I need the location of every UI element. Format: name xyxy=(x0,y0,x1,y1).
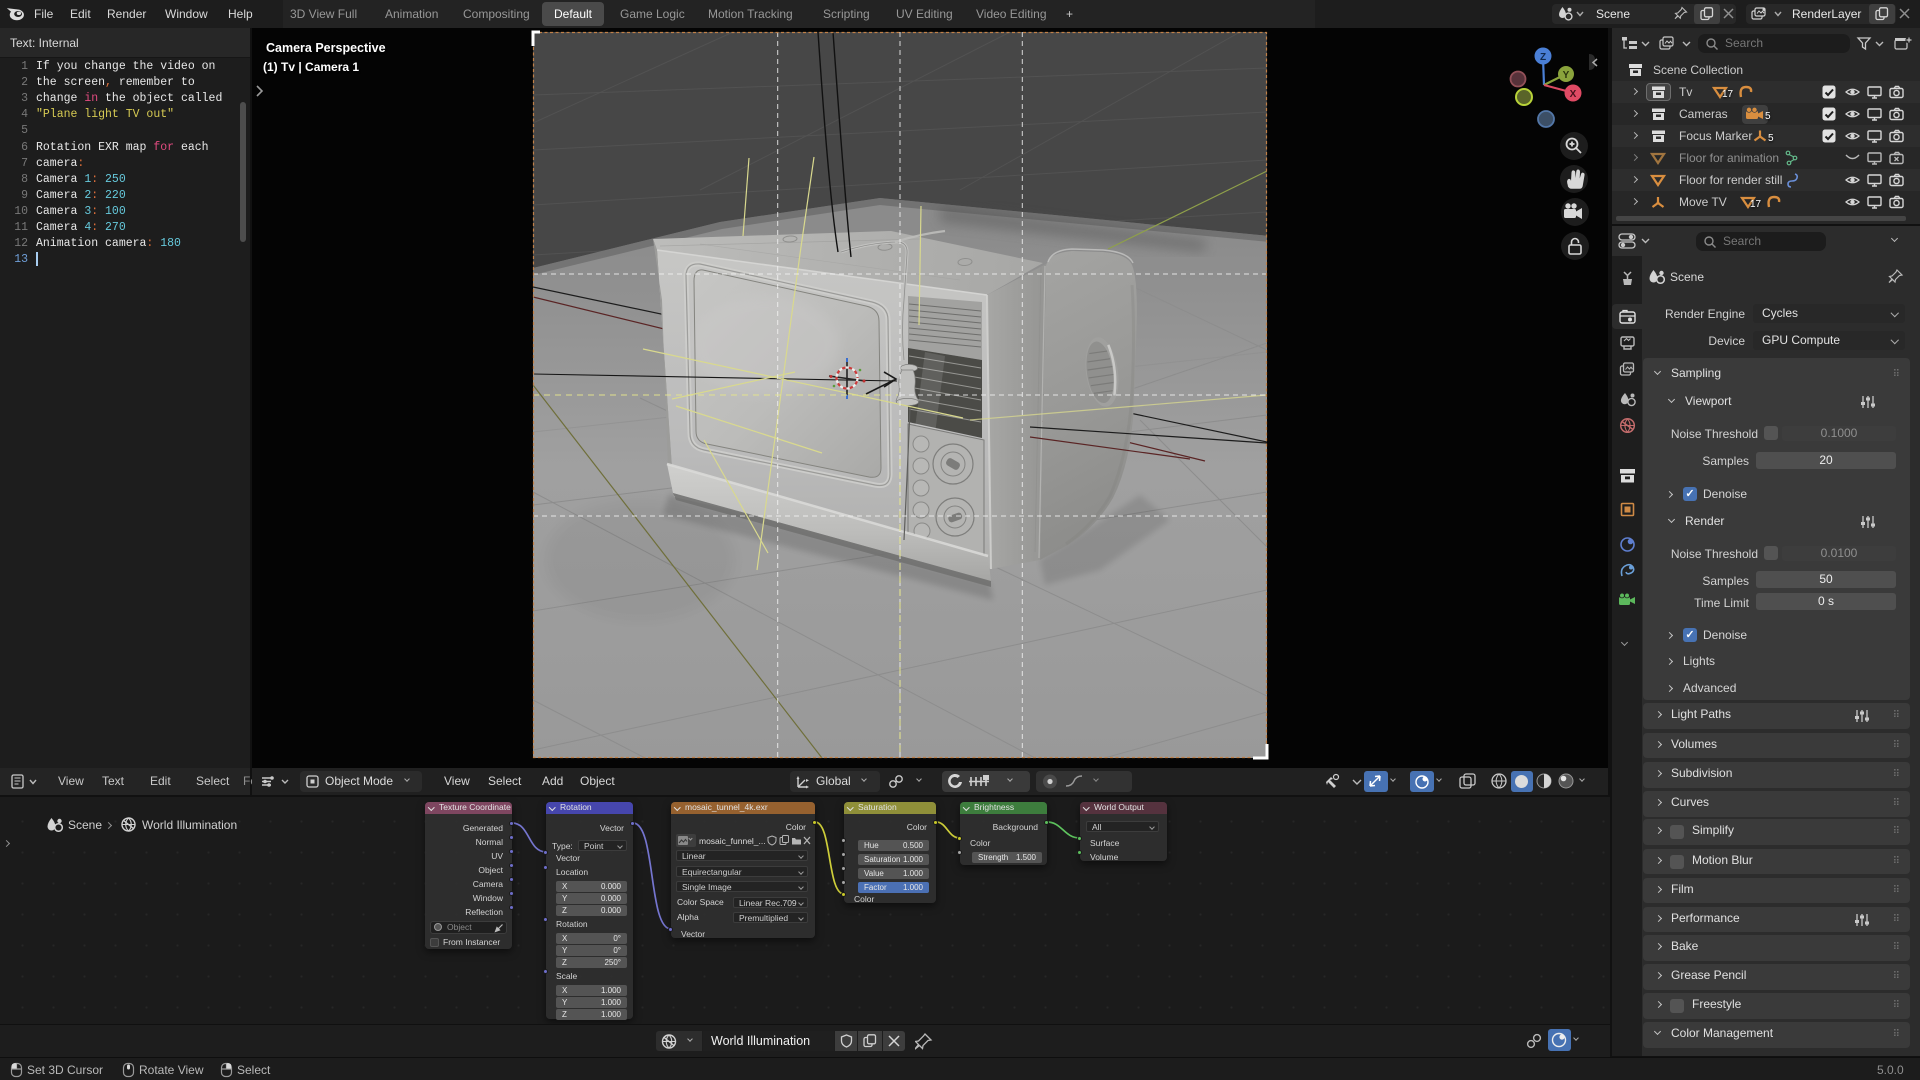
svg-text:Y: Y xyxy=(1563,70,1570,81)
svg-text:Z: Z xyxy=(1540,52,1546,63)
svg-text:X: X xyxy=(1570,89,1577,100)
